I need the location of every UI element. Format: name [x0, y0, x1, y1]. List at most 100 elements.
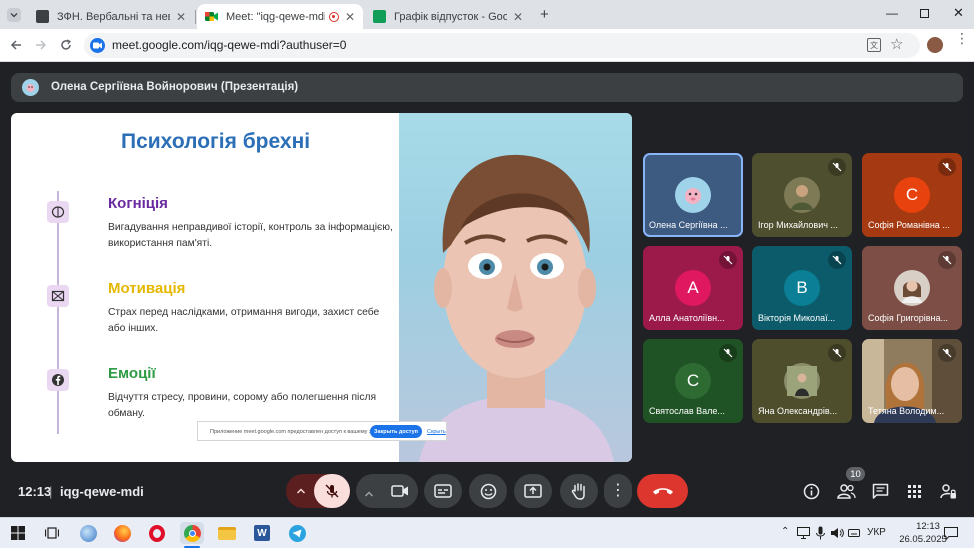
activities-button[interactable]: [903, 480, 925, 502]
browser-menu-icon[interactable]: ⋮: [955, 31, 969, 45]
participant-tile[interactable]: А Алла Анатоліївн...: [643, 246, 743, 330]
shared-presentation: Психологія брехні Когніція Вигадування н…: [11, 113, 632, 462]
screen-share-notice: Приложение meet.google.com предоставлен …: [197, 421, 447, 441]
present-to-all-icon: [524, 483, 542, 498]
avatar: С: [675, 363, 711, 399]
host-controls-button[interactable]: [937, 480, 959, 502]
participant-tile[interactable]: Олена Сергіївна ...: [643, 153, 743, 237]
sheets-favicon-icon: [373, 10, 386, 23]
lock-person-icon: [939, 483, 956, 498]
participant-name: Софія Григорівна...: [868, 313, 949, 323]
avatar: [675, 177, 711, 213]
participant-tile[interactable]: В Вікторія Миколаї...: [752, 246, 852, 330]
videocam-icon: [391, 485, 408, 497]
share-notice-text: Приложение meet.google.com предоставлен …: [210, 429, 387, 435]
mute-toggle-button[interactable]: [314, 474, 350, 508]
forward-icon[interactable]: [35, 39, 47, 51]
slide-photo: [399, 113, 632, 462]
mic-options-button[interactable]: [286, 474, 316, 508]
participant-tile[interactable]: Тетяна Володим...: [862, 339, 962, 423]
participant-tile[interactable]: С Святослав Вале...: [643, 339, 743, 423]
section-title: Когніція: [108, 195, 168, 212]
tab-vacation-sheet[interactable]: Графік відпусток - Google Таб ✕: [365, 4, 531, 29]
participant-name: Ігор Михайлович ...: [758, 220, 838, 230]
bookmark-star-icon[interactable]: ☆: [890, 35, 903, 53]
taskbar-app-chrome[interactable]: [180, 522, 204, 544]
url-text: meet.google.com/iqg-qewe-mdi?authuser=0: [112, 38, 347, 52]
brain-icon: [47, 201, 69, 223]
task-view-button[interactable]: [40, 522, 64, 544]
avatar: [784, 177, 820, 213]
camera-toggle-button[interactable]: [382, 474, 418, 508]
minimize-button[interactable]: —: [886, 6, 898, 20]
tab-separator: [195, 10, 196, 24]
captions-button[interactable]: [424, 474, 462, 508]
show-hidden-icons-button[interactable]: ⌃: [781, 526, 789, 537]
avatar: [894, 270, 930, 306]
raise-hand-button[interactable]: [560, 474, 598, 508]
new-tab-button[interactable]: +: [540, 6, 549, 23]
volume-icon[interactable]: [830, 527, 844, 539]
apps-icon: [907, 484, 921, 498]
chat-button[interactable]: [869, 480, 891, 502]
tab-zfn[interactable]: ЗФН. Вербальні та невербаль ✕: [28, 4, 194, 29]
site-info-icon[interactable]: [90, 38, 105, 53]
present-screen-button[interactable]: [514, 474, 552, 508]
microphone-tray-icon[interactable]: [816, 526, 825, 540]
tab-title: Meet: "iqg-qewe-mdi": [226, 10, 325, 23]
notifications-icon[interactable]: [944, 527, 958, 540]
mic-off-icon: [828, 158, 846, 176]
tab-title: ЗФН. Вербальні та невербаль: [57, 10, 170, 23]
translate-icon[interactable]: 文: [867, 38, 881, 52]
browser-toolbar: meet.google.com/iqg-qewe-mdi?authuser=0 …: [0, 29, 974, 62]
taskbar-app-edge[interactable]: [76, 522, 100, 544]
taskbar-app-word[interactable]: W: [250, 522, 274, 544]
address-bar[interactable]: meet.google.com/iqg-qewe-mdi?authuser=0 …: [84, 33, 920, 58]
back-icon[interactable]: [10, 39, 22, 51]
participant-tile[interactable]: Яна Олександрів...: [752, 339, 852, 423]
tab-search-button[interactable]: [7, 8, 21, 22]
meeting-info-button[interactable]: [800, 480, 822, 502]
windows-taskbar: W ⌃ УКР 12:13 26.05.2025: [0, 517, 974, 548]
close-icon[interactable]: ✕: [176, 10, 186, 24]
start-button[interactable]: [6, 522, 30, 544]
close-icon[interactable]: ✕: [513, 10, 523, 24]
facebook-icon: [47, 369, 69, 391]
meet-window: Олена Сергіївна Войнорович (Презентація)…: [0, 62, 974, 517]
tab-meet[interactable]: Meet: "iqg-qewe-mdi" ✕: [197, 4, 363, 29]
input-language[interactable]: УКР: [867, 527, 886, 538]
taskbar-app-explorer[interactable]: [215, 522, 239, 544]
more-options-button[interactable]: ⋮: [604, 474, 632, 508]
hide-link[interactable]: Скрыть: [427, 429, 446, 435]
network-icon[interactable]: [797, 527, 810, 539]
mic-off-icon: [938, 158, 956, 176]
restore-button[interactable]: [920, 9, 929, 18]
participant-tile[interactable]: Софія Григорівна...: [862, 246, 962, 330]
camera-options-button[interactable]: [364, 486, 374, 504]
people-button[interactable]: [835, 480, 857, 502]
keyboard-icon[interactable]: [848, 527, 860, 539]
avatar: А: [675, 270, 711, 306]
windows-logo-icon: [11, 526, 25, 540]
meet-favicon-icon: [205, 10, 218, 23]
timeline-line: [57, 191, 59, 434]
stop-sharing-button[interactable]: Закрыть доступ: [370, 425, 422, 438]
mic-off-icon: [325, 484, 339, 498]
info-icon: [803, 483, 819, 499]
avatar: В: [784, 270, 820, 306]
participant-tile[interactable]: С Софія Романівна ...: [862, 153, 962, 237]
participant-name: Тетяна Володим...: [868, 406, 945, 416]
word-icon: W: [254, 525, 270, 541]
participant-name: Вікторія Миколаї...: [758, 313, 836, 323]
reload-icon[interactable]: [60, 39, 72, 51]
participant-tile[interactable]: Ігор Михайлович ...: [752, 153, 852, 237]
taskbar-app-opera[interactable]: [145, 522, 169, 544]
taskbar-app-telegram[interactable]: [285, 522, 309, 544]
taskbar-app-firefox[interactable]: [110, 522, 134, 544]
window-close-button[interactable]: ✕: [953, 5, 964, 21]
presentation-banner: Олена Сергіївна Войнорович (Презентація): [11, 73, 963, 102]
close-icon[interactable]: ✕: [345, 10, 355, 24]
reactions-button[interactable]: [469, 474, 507, 508]
leave-call-button[interactable]: [637, 474, 688, 508]
profile-avatar[interactable]: [927, 37, 943, 53]
